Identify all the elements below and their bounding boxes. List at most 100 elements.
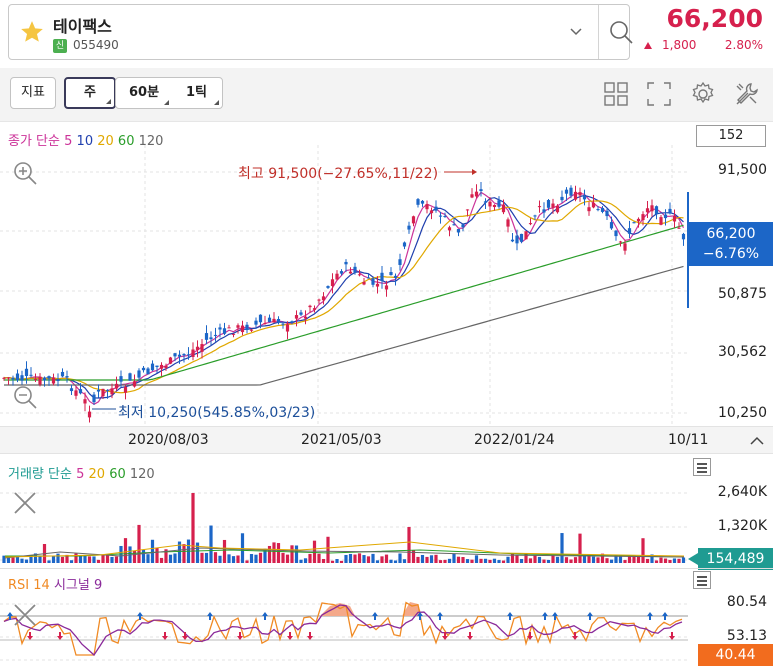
ma60-line — [4, 224, 684, 381]
pane-divider[interactable] — [0, 568, 773, 569]
volume-bar — [555, 556, 560, 563]
volume-bar — [303, 558, 308, 563]
sell-signal-icon — [372, 612, 378, 620]
volume-bar — [339, 560, 344, 563]
sell-signal-icon — [507, 612, 513, 620]
volume-bar — [380, 556, 384, 563]
volume-bar — [654, 560, 659, 563]
current-change-value: −6.76% — [702, 246, 760, 262]
current-price-value: 66,200 — [706, 226, 756, 242]
buy-signal-icon — [467, 632, 473, 640]
candle — [209, 331, 213, 346]
volume-bar — [204, 552, 209, 563]
volume-bar — [285, 554, 290, 563]
high-annotation: 최고 91,500(−27.65%,11/22) — [238, 166, 439, 182]
volume-bar — [623, 560, 627, 563]
volume-bar — [384, 554, 389, 563]
sell-signal-icon — [662, 612, 668, 620]
volume-bar — [222, 539, 227, 563]
volume-bar — [200, 552, 204, 563]
volume-bar — [668, 559, 672, 563]
ma5-legend: 5 — [64, 134, 73, 149]
rsi-menu-icon[interactable] — [693, 571, 711, 589]
candle — [560, 190, 564, 203]
candle — [195, 340, 200, 358]
volume-bar — [645, 558, 650, 563]
volume-bar — [141, 550, 146, 563]
volume-bar — [209, 525, 213, 563]
sell-signal-icon — [207, 612, 213, 620]
candle — [146, 367, 150, 375]
visible-count-box[interactable]: 152 — [696, 125, 766, 147]
ma60-legend: 60 — [117, 134, 135, 149]
sell-signal-icon — [437, 612, 443, 620]
volume-bar — [344, 554, 348, 563]
candle — [380, 266, 384, 289]
volume-bar — [371, 553, 375, 563]
volume-bar — [290, 545, 294, 563]
volume-bar — [38, 555, 42, 563]
volume-menu-icon[interactable] — [693, 458, 711, 476]
candle — [389, 267, 393, 276]
volume-bar — [528, 558, 533, 563]
zoom-in-icon[interactable] — [12, 160, 38, 186]
volume-bar — [681, 557, 686, 563]
volume-legend: 거래량 단순 5 20 60 120 — [8, 463, 155, 482]
ma120-line — [4, 265, 684, 386]
candle — [672, 209, 677, 228]
rsi-legend-label: RSI 14 — [8, 578, 50, 593]
candle — [222, 322, 227, 336]
volume-bar — [461, 556, 465, 563]
volume-bar — [308, 553, 312, 563]
volume-close-icon[interactable] — [12, 490, 38, 516]
volume-y-label-1: 2,640K — [717, 484, 767, 500]
candle — [128, 372, 132, 381]
current-price-tag: 66,200 −6.76% — [689, 222, 773, 266]
volume-bar — [182, 544, 186, 563]
candle — [182, 353, 186, 363]
volume-bar — [101, 555, 105, 563]
volume-bar — [596, 557, 600, 563]
candle — [159, 362, 164, 377]
y-label-mid1: 50,875 — [718, 286, 767, 302]
candle — [411, 215, 416, 227]
rsi-close-icon[interactable] — [12, 602, 38, 628]
ma120-legend: 120 — [138, 134, 164, 149]
volume-bar — [146, 554, 150, 563]
volume-bar — [447, 558, 452, 563]
candle — [132, 374, 137, 388]
volume-bar — [348, 553, 353, 563]
y-label-low: 10,250 — [718, 405, 767, 421]
volume-bar — [636, 556, 641, 563]
candle — [56, 373, 60, 387]
volume-bar — [366, 556, 371, 563]
price-chart-canvas[interactable] — [0, 0, 773, 666]
volume-bar — [456, 556, 461, 563]
volume-bar — [659, 557, 663, 563]
candle — [29, 367, 33, 378]
volume-bar — [641, 538, 645, 563]
candle — [614, 229, 618, 241]
date-label-2: 2021/05/03 — [301, 432, 382, 448]
zoom-out-icon[interactable] — [12, 384, 38, 410]
price-legend: 종가 단순 5 10 20 60 120 — [8, 130, 163, 149]
candle — [605, 208, 609, 221]
volume-bar — [227, 554, 231, 563]
candle — [551, 198, 555, 214]
volume-bar — [213, 552, 218, 563]
vol-ma5-legend: 5 — [76, 467, 85, 482]
collapse-up-icon[interactable] — [748, 432, 766, 450]
volume-bar — [236, 555, 240, 563]
volume-bar — [353, 554, 357, 563]
buy-signal-icon — [307, 632, 313, 640]
volume-bar — [465, 559, 470, 563]
price-legend-prefix: 종가 단순 — [8, 134, 60, 149]
candle — [249, 328, 254, 333]
volume-bar — [564, 557, 569, 563]
candle — [407, 221, 411, 234]
candle — [168, 356, 173, 365]
candle — [506, 217, 510, 233]
volume-bar — [11, 557, 15, 563]
candle — [528, 218, 533, 226]
volume-bar — [474, 555, 479, 563]
